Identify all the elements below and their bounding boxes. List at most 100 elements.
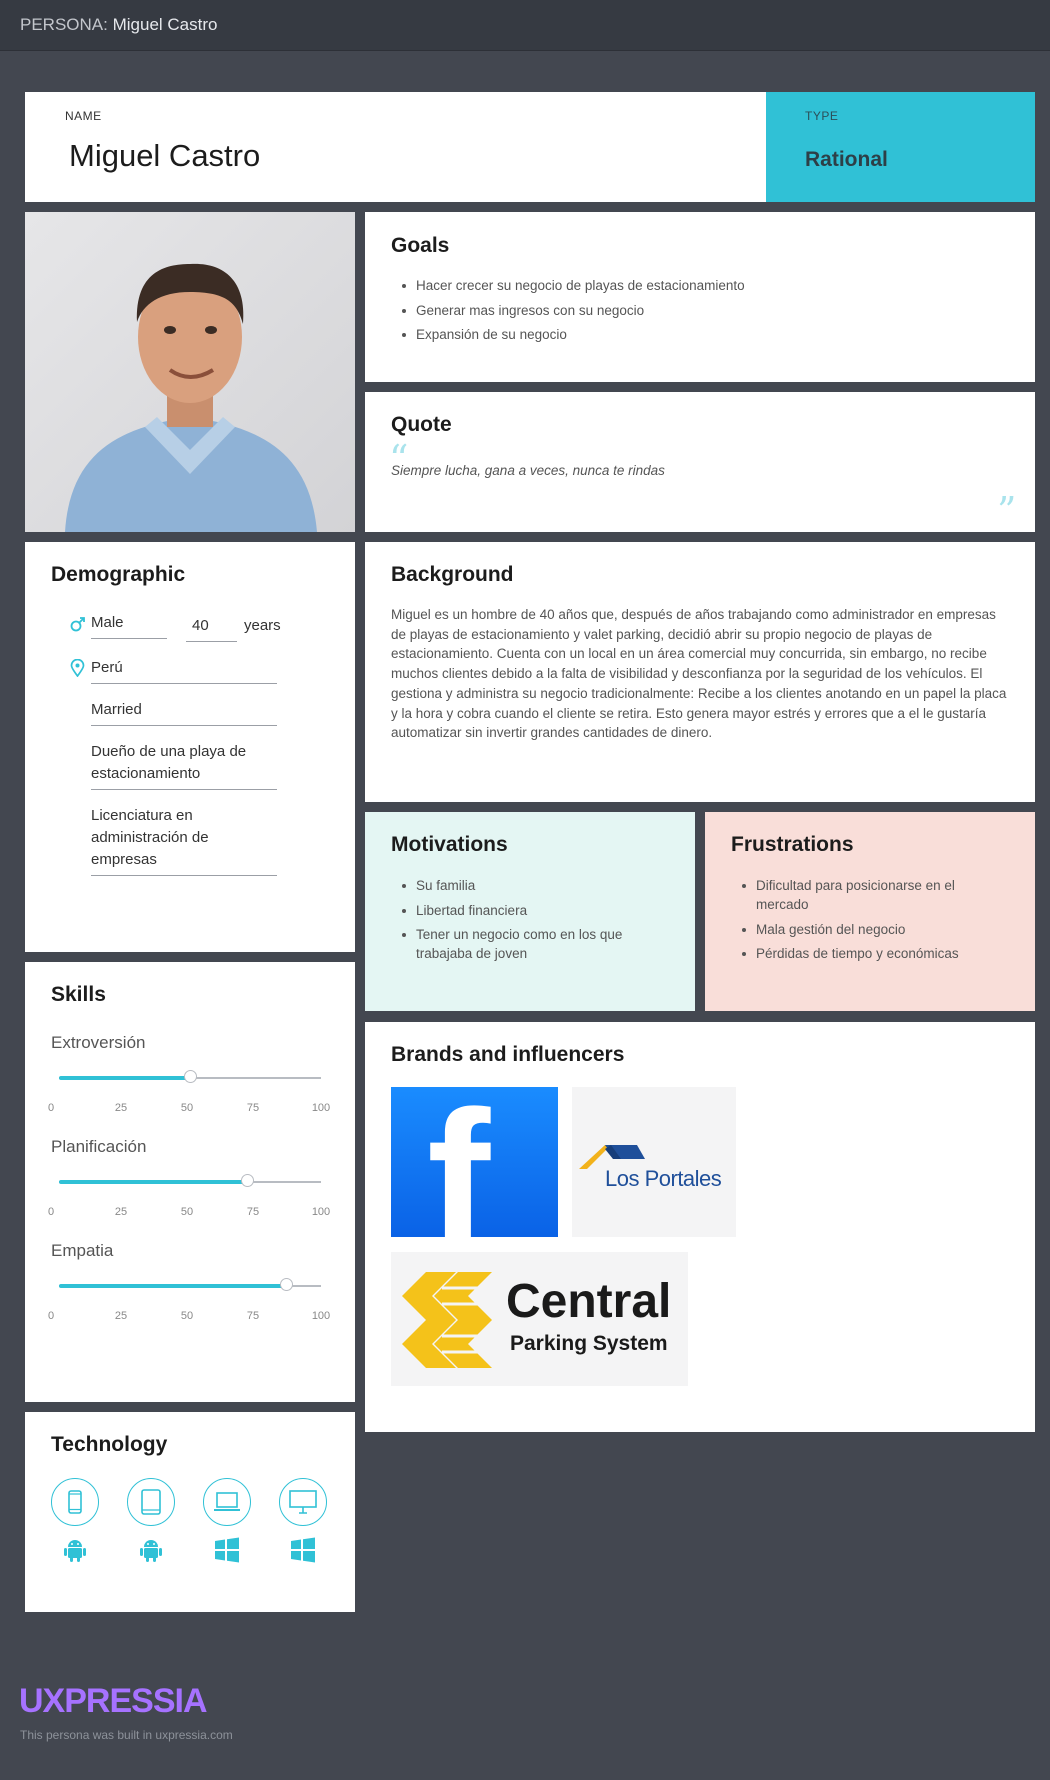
gender-underline: [91, 638, 167, 639]
occupation-underline: [91, 789, 277, 790]
tick-label: 50: [180, 1310, 194, 1322]
close-quote-icon: ”: [997, 489, 1017, 533]
marital-status-field[interactable]: Married: [91, 699, 142, 721]
central-parking-logo[interactable]: Central Parking System: [391, 1252, 688, 1386]
frustrations-card: Frustrations Dificultad para posicionars…: [705, 812, 1035, 1011]
tick-label: 100: [311, 1310, 331, 1322]
facebook-logo[interactable]: f: [391, 1087, 558, 1237]
goals-list: Hacer crecer su negocio de playas de est…: [402, 276, 745, 350]
tablet-icon[interactable]: [127, 1478, 175, 1526]
list-item[interactable]: Pérdidas de tiempo y económicas: [742, 944, 1006, 963]
tick-label: 75: [246, 1102, 260, 1114]
quote-text[interactable]: Siempre lucha, gana a veces, nunca te ri…: [391, 463, 665, 478]
age-field[interactable]: 40: [192, 615, 209, 637]
type-label: TYPE: [805, 109, 839, 123]
tick-label: 25: [114, 1102, 128, 1114]
age-unit: years: [244, 617, 281, 634]
skill-label: Empatia: [51, 1241, 114, 1260]
skill-fill: [59, 1180, 248, 1184]
windows-icon: [290, 1537, 316, 1563]
quote-card: Quote “ Siempre lucha, gana a veces, nun…: [365, 392, 1035, 532]
skills-card: Skills Extroversión 0 25 50 75 100 Plani…: [25, 962, 355, 1402]
motivations-title: Motivations: [391, 833, 508, 856]
laptop-icon[interactable]: [203, 1478, 251, 1526]
windows-icon: [214, 1537, 240, 1563]
quote-title: Quote: [391, 413, 452, 436]
android-icon: [62, 1537, 88, 1563]
list-item[interactable]: Mala gestión del negocio: [742, 920, 1006, 939]
location-pin-icon: [70, 658, 85, 682]
motivations-list: Su familia Libertad financiera Tener un …: [402, 876, 666, 969]
type-card: TYPE Rational: [766, 92, 1035, 202]
location-underline: [91, 683, 277, 684]
persona-heading: PERSONA: Miguel Castro: [20, 15, 217, 35]
tick-label: 75: [246, 1310, 260, 1322]
background-text[interactable]: Miguel es un hombre de 40 años que, desp…: [391, 605, 1011, 743]
list-item[interactable]: Dificultad para posicionarse en el merca…: [742, 876, 1006, 914]
desktop-icon[interactable]: [279, 1478, 327, 1526]
gender-field[interactable]: Male: [91, 612, 124, 634]
skill-slider-handle[interactable]: [280, 1278, 294, 1291]
skill-label: Planificación: [51, 1137, 147, 1156]
demographic-title: Demographic: [51, 563, 186, 586]
skill-label: Extroversión: [51, 1033, 146, 1052]
background-title: Background: [391, 563, 514, 586]
brands-title: Brands and influencers: [391, 1043, 625, 1066]
male-icon: [69, 616, 86, 638]
uxpressia-logo[interactable]: UXPRESSIA: [19, 1682, 207, 1721]
age-underline: [186, 641, 237, 642]
tick-label: 50: [180, 1102, 194, 1114]
mobile-icon[interactable]: [51, 1478, 99, 1526]
list-item[interactable]: Generar mas ingresos con su negocio: [402, 301, 745, 320]
list-item[interactable]: Su familia: [402, 876, 666, 895]
technology-card: Technology: [25, 1412, 355, 1612]
goals-card: Goals Hacer crecer su negocio de playas …: [365, 212, 1035, 382]
tick-label: 0: [47, 1102, 55, 1114]
location-field[interactable]: Perú: [91, 657, 123, 679]
skill-fill: [59, 1076, 190, 1080]
education-field[interactable]: Licenciatura en administración de empres…: [91, 805, 277, 871]
motivations-card: Motivations Su familia Libertad financie…: [365, 812, 695, 1011]
tick-label: 0: [47, 1310, 55, 1322]
skills-title: Skills: [51, 983, 106, 1006]
demographic-card: Demographic Male 40 years Perú Married D…: [25, 542, 355, 952]
list-item[interactable]: Expansión de su negocio: [402, 325, 745, 344]
footer-note: This persona was built in uxpressia.com: [20, 1728, 233, 1742]
los-portales-logo[interactable]: Los Portales: [572, 1087, 736, 1237]
skill-slider-handle[interactable]: [241, 1174, 255, 1187]
persona-prefix: PERSONA:: [20, 15, 108, 34]
portrait-illustration: [65, 263, 317, 532]
occupation-field[interactable]: Dueño de una playa de estacionamiento: [91, 741, 277, 785]
facebook-logo-text: f: [427, 1087, 491, 1237]
frustrations-title: Frustrations: [731, 833, 854, 856]
top-bar: PERSONA: Miguel Castro: [0, 0, 1050, 51]
los-portales-text: Los Portales: [605, 1166, 722, 1191]
name-label: NAME: [65, 109, 102, 123]
technology-title: Technology: [51, 1433, 168, 1456]
list-item[interactable]: Hacer crecer su negocio de playas de est…: [402, 276, 745, 295]
tick-label: 100: [311, 1206, 331, 1218]
brands-card: Brands and influencers f Los Portales Ce…: [365, 1022, 1035, 1432]
list-item[interactable]: Libertad financiera: [402, 901, 666, 920]
tick-label: 75: [246, 1206, 260, 1218]
skill-slider-handle[interactable]: [183, 1070, 197, 1083]
persona-name[interactable]: Miguel Castro: [69, 138, 260, 174]
tick-label: 100: [311, 1102, 331, 1114]
tick-label: 0: [47, 1206, 55, 1218]
parking-system-text: Parking System: [510, 1332, 668, 1355]
frustrations-list: Dificultad para posicionarse en el merca…: [742, 876, 1006, 969]
android-icon: [138, 1537, 164, 1563]
persona-heading-name: Miguel Castro: [112, 15, 218, 34]
persona-photo[interactable]: [25, 212, 355, 532]
list-item[interactable]: Tener un negocio como en los que trabaja…: [402, 925, 666, 963]
name-card: NAME Miguel Castro: [25, 92, 766, 202]
tick-label: 50: [180, 1206, 194, 1218]
tick-label: 25: [114, 1206, 128, 1218]
education-underline: [91, 875, 277, 876]
central-chevron-icon: [402, 1272, 492, 1368]
persona-type[interactable]: Rational: [805, 148, 888, 172]
background-card: Background Miguel es un hombre de 40 año…: [365, 542, 1035, 802]
skill-fill: [59, 1284, 287, 1288]
central-text: Central: [506, 1275, 672, 1328]
goals-title: Goals: [391, 234, 450, 257]
